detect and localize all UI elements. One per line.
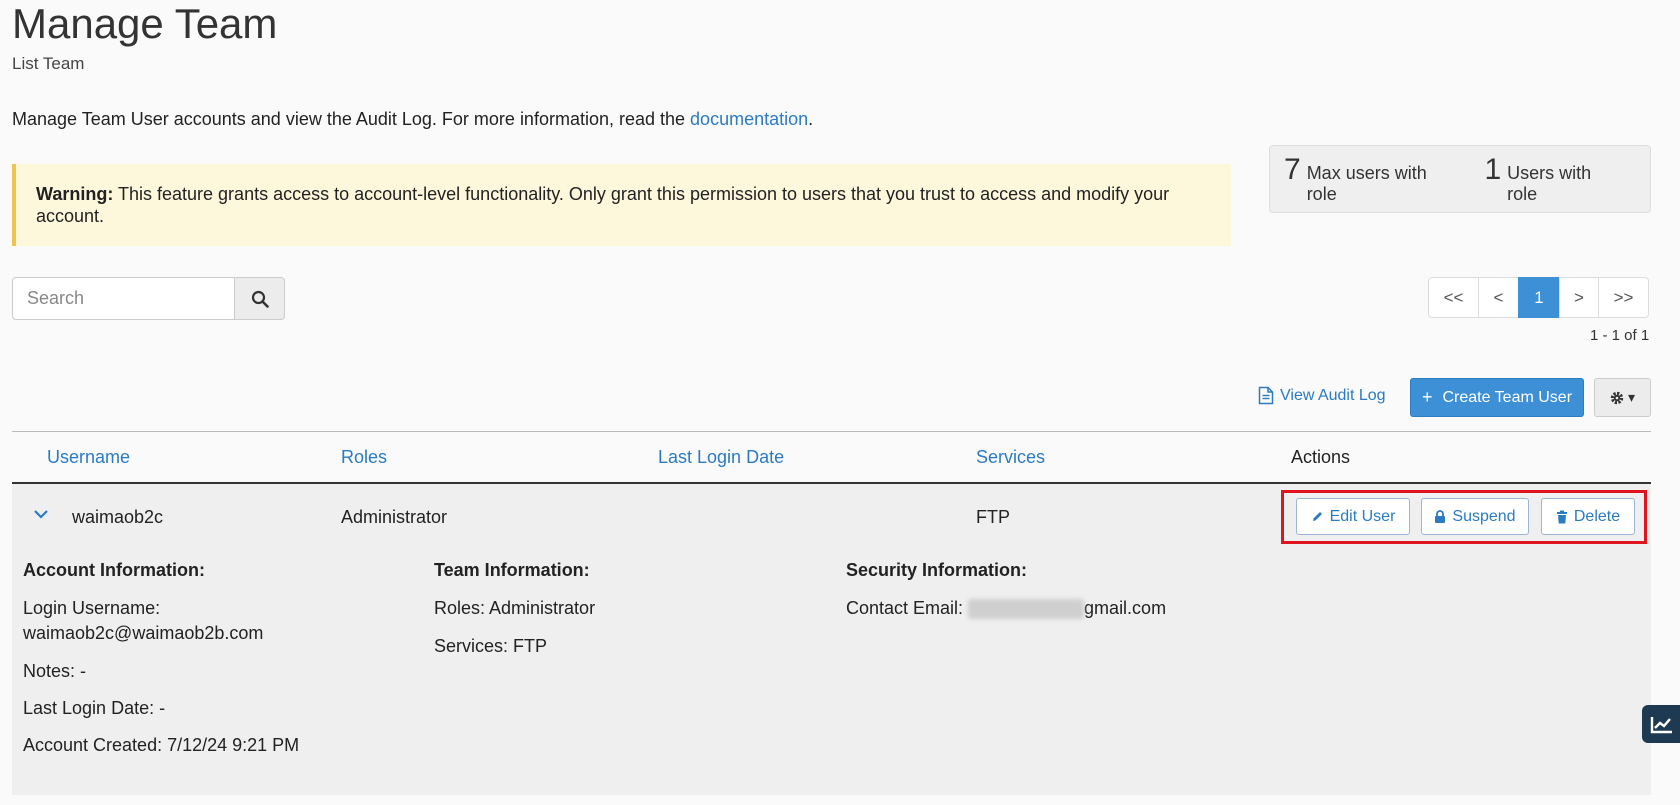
page-range: 1 - 1 of 1 xyxy=(1590,327,1650,344)
team-services-text: Services: FTP xyxy=(434,636,548,656)
intro-body: Manage Team User accounts and view the A… xyxy=(12,109,691,129)
row-roles: Administrator xyxy=(341,507,448,527)
delete-label: Delete xyxy=(1573,507,1621,525)
search-input[interactable] xyxy=(12,277,235,320)
last-login-text: Last Login Date: - xyxy=(23,698,166,718)
column-header-roles[interactable]: Roles xyxy=(341,447,387,468)
row-services: FTP xyxy=(976,507,1010,527)
contact-email-label: Contact Email: xyxy=(846,598,969,618)
suspend-label: Suspend xyxy=(1452,507,1516,525)
redacted-email-block xyxy=(968,599,1085,620)
create-team-user-button[interactable]: + Create Team User xyxy=(1410,378,1584,417)
warning-text: This feature grants access to account-le… xyxy=(36,184,1170,226)
role-stats-panel: 7 Max users with role 1 Users with role xyxy=(1269,145,1651,213)
team-roles-text: Roles: Administrator xyxy=(434,598,596,618)
page-prev-button[interactable]: < xyxy=(1478,277,1519,318)
warning-callout: Warning: This feature grants access to a… xyxy=(12,164,1231,246)
row-username: waimaob2c xyxy=(72,507,164,527)
settings-dropdown-button[interactable]: ▾ xyxy=(1594,378,1651,417)
plus-icon: + xyxy=(1421,387,1433,407)
intro-text: Manage Team User accounts and view the A… xyxy=(12,109,813,130)
users-with-role-label: Users with role xyxy=(1507,163,1592,204)
warning-label: Warning: xyxy=(36,184,114,204)
search-button[interactable] xyxy=(235,277,285,320)
notes-text: Notes: - xyxy=(23,661,87,681)
login-username-label: Login Username: xyxy=(23,598,161,618)
column-header-actions: Actions xyxy=(1291,447,1351,467)
lock-icon xyxy=(1435,509,1446,523)
documentation-link[interactable]: documentation xyxy=(690,109,808,129)
intro-end: . xyxy=(808,109,814,129)
account-created-text: Account Created: 7/12/24 9:21 PM xyxy=(23,735,300,755)
view-audit-log-label: View Audit Log xyxy=(1280,386,1386,404)
max-users-stat: 7 Max users with role xyxy=(1284,153,1456,205)
chevron-down-icon: ▾ xyxy=(1627,389,1636,405)
users-with-role-value: 1 xyxy=(1484,153,1502,186)
page-first-button[interactable]: << xyxy=(1428,277,1479,318)
view-audit-log-link[interactable]: View Audit Log xyxy=(1258,386,1386,405)
page-last-button[interactable]: >> xyxy=(1598,277,1649,318)
chart-trend-icon xyxy=(1650,717,1672,734)
pagination: << < 1 > >> xyxy=(1428,277,1649,318)
edit-user-label: Edit User xyxy=(1329,507,1396,525)
trash-icon xyxy=(1556,510,1567,523)
create-team-user-label: Create Team User xyxy=(1442,388,1573,406)
delete-button[interactable]: Delete xyxy=(1541,498,1635,535)
page-next-button[interactable]: > xyxy=(1559,277,1599,318)
column-header-username[interactable]: Username xyxy=(47,447,130,468)
column-header-last-login[interactable]: Last Login Date xyxy=(658,447,784,468)
login-username-value: waimaob2c@waimaob2b.com xyxy=(23,623,264,643)
gear-icon xyxy=(1610,391,1624,404)
analytics-widget-button[interactable] xyxy=(1642,705,1680,743)
pencil-icon xyxy=(1312,512,1322,521)
max-users-value: 7 xyxy=(1284,153,1301,186)
security-info-heading: Security Information: xyxy=(846,560,1028,580)
page-subtitle: List Team xyxy=(12,54,85,73)
edit-user-button[interactable]: Edit User xyxy=(1296,498,1410,535)
page-current-button[interactable]: 1 xyxy=(1518,277,1560,318)
chevron-down-icon[interactable] xyxy=(33,508,49,520)
document-icon xyxy=(1258,386,1274,405)
team-info-heading: Team Information: xyxy=(434,560,590,580)
contact-email: Contact Email: gmail.com xyxy=(846,596,1166,620)
page-title: Manage Team xyxy=(12,0,278,47)
suspend-button[interactable]: Suspend xyxy=(1421,498,1529,535)
search-icon xyxy=(251,290,269,308)
users-with-role-stat: 1 Users with role xyxy=(1484,153,1622,205)
max-users-label: Max users with role xyxy=(1306,163,1427,204)
column-header-services[interactable]: Services xyxy=(976,447,1045,468)
contact-email-domain: gmail.com xyxy=(1084,598,1167,618)
search-bar xyxy=(12,277,285,320)
table-header: Username Roles Last Login Date Services … xyxy=(12,432,1651,484)
account-info-heading: Account Information: xyxy=(23,560,205,580)
